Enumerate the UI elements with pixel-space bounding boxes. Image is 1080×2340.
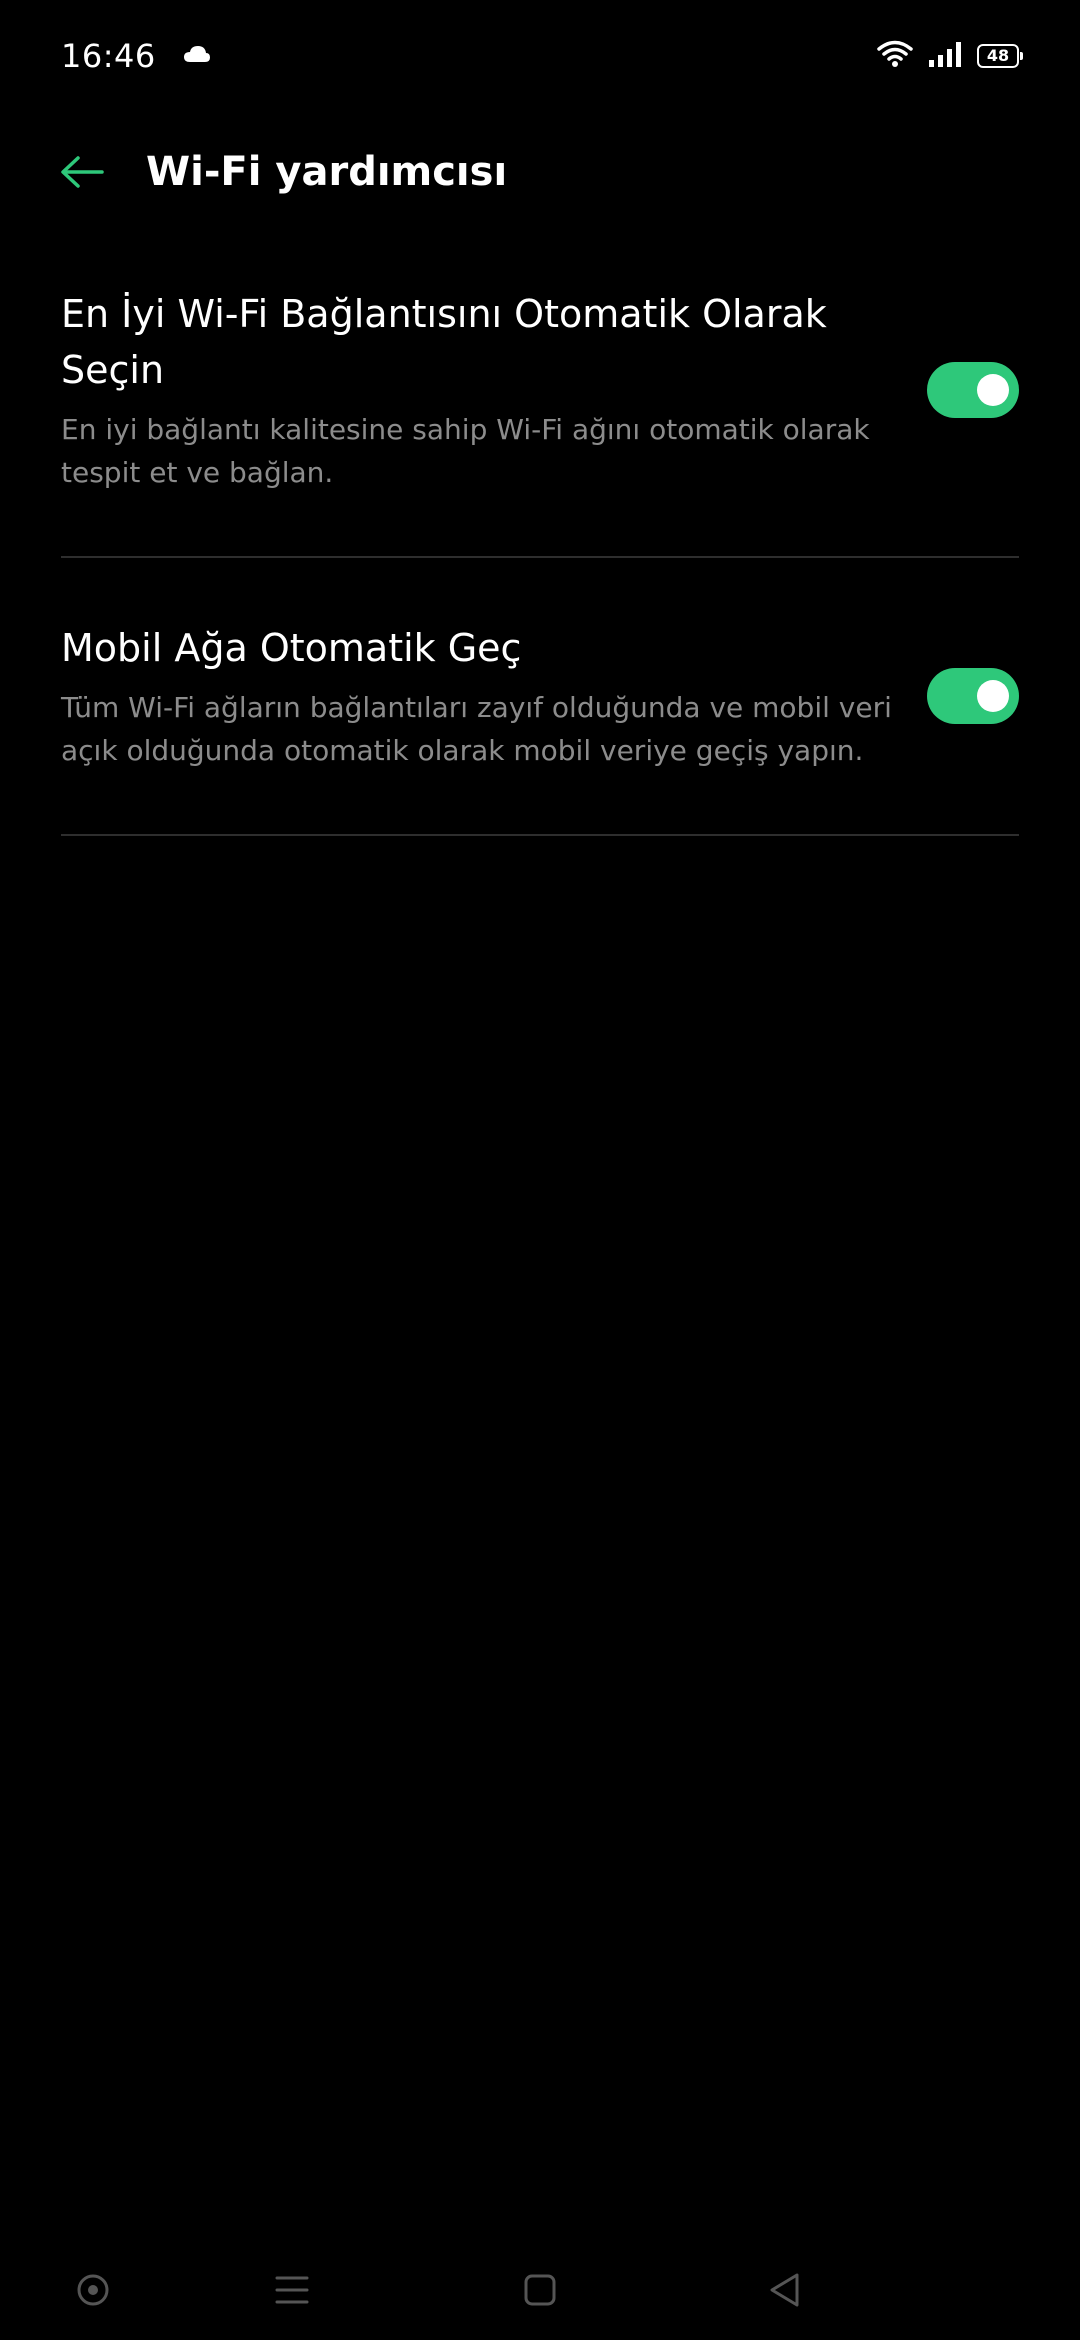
home-square-icon <box>524 2274 556 2306</box>
best-wifi-toggle[interactable] <box>927 362 1019 418</box>
setting-text: En İyi Wi-Fi Bağlantısını Otomatik Olara… <box>61 286 901 494</box>
setting-description: En iyi bağlantı kalitesine sahip Wi-Fi a… <box>61 413 870 489</box>
screen: 16:46 48 Wi-Fi yardımcısı En İyi Wi-Fi B… <box>0 0 1080 2340</box>
app-bar: Wi-Fi yardımcısı <box>0 130 1080 214</box>
navigation-bar <box>0 2240 1080 2340</box>
status-left: 16:46 <box>61 37 212 75</box>
setting-row-best-wifi[interactable]: En İyi Wi-Fi Bağlantısını Otomatik Olara… <box>61 280 1019 558</box>
status-right: 48 <box>877 40 1023 72</box>
page-title: Wi-Fi yardımcısı <box>146 149 508 195</box>
assistant-dot-icon <box>77 2274 109 2306</box>
settings-list: En İyi Wi-Fi Bağlantısını Otomatik Olara… <box>61 280 1019 836</box>
mobile-switch-toggle[interactable] <box>927 668 1019 724</box>
back-triangle-icon <box>770 2273 799 2307</box>
recents-button[interactable] <box>262 2260 322 2320</box>
setting-text: Mobil Ağa Otomatik Geç Tüm Wi-Fi ağların… <box>61 620 901 772</box>
back-button[interactable] <box>54 144 110 200</box>
status-time: 16:46 <box>61 37 156 75</box>
setting-title: Mobil Ağa Otomatik Geç <box>61 626 522 670</box>
setting-title: En İyi Wi-Fi Bağlantısını Otomatik Olara… <box>61 292 827 392</box>
battery-icon: 48 <box>977 44 1023 68</box>
toggle-knob <box>977 680 1009 712</box>
signal-icon <box>927 40 963 72</box>
toggle-knob <box>977 374 1009 406</box>
status-bar: 16:46 48 <box>0 0 1080 112</box>
setting-row-mobile-switch[interactable]: Mobil Ağa Otomatik Geç Tüm Wi-Fi ağların… <box>61 558 1019 836</box>
arrow-left-icon <box>61 156 104 188</box>
home-button[interactable] <box>510 2260 570 2320</box>
setting-description: Tüm Wi-Fi ağların bağlantıları zayıf old… <box>61 691 892 767</box>
menu-lines-icon <box>275 2276 309 2304</box>
back-nav-button[interactable] <box>755 2260 815 2320</box>
assistant-button[interactable] <box>63 2260 123 2320</box>
cloud-icon <box>182 44 212 68</box>
wifi-icon <box>877 40 913 72</box>
